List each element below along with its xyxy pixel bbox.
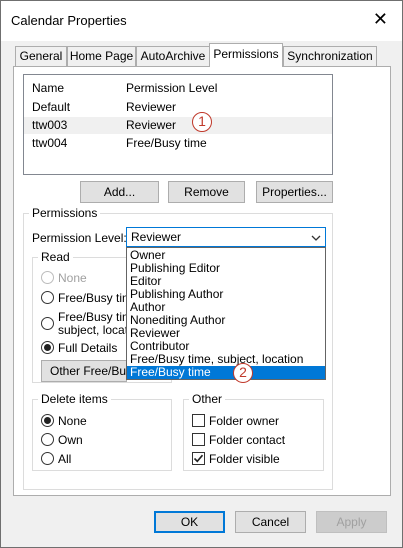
other-group-title: Other bbox=[189, 392, 226, 406]
folder-contact-label: Folder contact bbox=[209, 433, 286, 447]
tab-label: Home Page bbox=[69, 49, 134, 63]
permission-level-value: Reviewer bbox=[131, 230, 182, 244]
folder-owner-label: Folder owner bbox=[209, 414, 280, 428]
folder-visible-checkbox[interactable] bbox=[192, 452, 205, 465]
delete-own-radio[interactable] bbox=[41, 433, 54, 446]
permission-level-dropdown[interactable]: Owner Publishing Editor Editor Publishin… bbox=[126, 247, 326, 380]
permission-level-select[interactable]: Reviewer bbox=[126, 227, 326, 247]
column-header-name[interactable]: Name bbox=[32, 81, 64, 95]
row-level: Reviewer bbox=[126, 118, 177, 132]
permissions-list[interactable]: Name Permission Level Default Reviewer t… bbox=[23, 74, 333, 175]
row-level: Reviewer bbox=[126, 100, 177, 114]
delete-all-radio[interactable] bbox=[41, 452, 54, 465]
delete-items-title: Delete items bbox=[38, 392, 111, 406]
title-bar: Calendar Properties ✕ bbox=[1, 1, 402, 41]
read-group-title: Read bbox=[38, 250, 73, 264]
tab-permissions[interactable]: Permissions bbox=[209, 43, 283, 67]
tab-label: General bbox=[19, 49, 63, 63]
read-freebusy-radio[interactable] bbox=[41, 291, 54, 304]
tab-label: Synchronization bbox=[287, 49, 373, 63]
list-item[interactable]: ttw003 Reviewer bbox=[24, 117, 332, 134]
chevron-down-icon bbox=[311, 232, 321, 246]
row-name: ttw003 bbox=[32, 118, 68, 132]
folder-visible-label: Folder visible bbox=[209, 452, 280, 466]
tab-autoarchive[interactable]: AutoArchive bbox=[136, 46, 210, 66]
list-item[interactable]: ttw004 Free/Busy time bbox=[24, 135, 332, 152]
read-freebusy-subject-label-1: Free/Busy tim bbox=[58, 310, 133, 324]
annotation-badge-1: 1 bbox=[192, 112, 212, 132]
remove-button[interactable]: Remove bbox=[168, 181, 245, 203]
ok-button[interactable]: OK bbox=[154, 511, 225, 533]
read-full-details-label: Full Details bbox=[58, 341, 118, 355]
list-item[interactable]: Default Reviewer bbox=[24, 99, 332, 116]
tab-home-page[interactable]: Home Page bbox=[67, 46, 136, 66]
read-full-details-radio[interactable] bbox=[41, 341, 54, 354]
delete-none-radio[interactable] bbox=[41, 414, 54, 427]
cancel-button[interactable]: Cancel bbox=[235, 511, 306, 533]
tab-general[interactable]: General bbox=[15, 46, 67, 66]
close-icon[interactable]: ✕ bbox=[373, 9, 388, 29]
delete-none-label: None bbox=[58, 414, 87, 428]
checkmark-icon bbox=[193, 454, 204, 463]
tab-label: AutoArchive bbox=[140, 49, 206, 63]
row-level: Free/Busy time bbox=[126, 136, 207, 150]
folder-contact-checkbox[interactable] bbox=[192, 433, 205, 446]
tab-label: Permissions bbox=[213, 47, 279, 61]
apply-button[interactable]: Apply bbox=[316, 511, 387, 533]
read-none-radio[interactable] bbox=[41, 271, 54, 284]
tab-synchronization[interactable]: Synchronization bbox=[283, 46, 377, 66]
delete-all-label: All bbox=[58, 452, 72, 466]
read-freebusy-subject-radio[interactable] bbox=[41, 317, 54, 330]
read-freebusy-label: Free/Busy tim bbox=[58, 291, 133, 305]
folder-owner-checkbox[interactable] bbox=[192, 414, 205, 427]
dialog-window: Calendar Properties ✕ General Home Page … bbox=[0, 0, 403, 548]
column-header-permission-level[interactable]: Permission Level bbox=[126, 81, 217, 95]
other-freebusy-button[interactable]: Other Free/Bus bbox=[41, 360, 127, 382]
window-title: Calendar Properties bbox=[11, 13, 127, 28]
row-name: ttw004 bbox=[32, 136, 68, 150]
permission-level-label: Permission Level: bbox=[32, 231, 127, 245]
read-none-label: None bbox=[58, 271, 87, 285]
dropdown-option-freebusy-time[interactable]: Free/Busy time bbox=[127, 366, 325, 379]
row-name: Default bbox=[32, 100, 71, 114]
add-button[interactable]: Add... bbox=[80, 181, 159, 203]
annotation-badge-2: 2 bbox=[233, 363, 253, 383]
delete-own-label: Own bbox=[58, 433, 83, 447]
permissions-group-title: Permissions bbox=[29, 206, 101, 220]
properties-button[interactable]: Properties... bbox=[256, 181, 333, 203]
